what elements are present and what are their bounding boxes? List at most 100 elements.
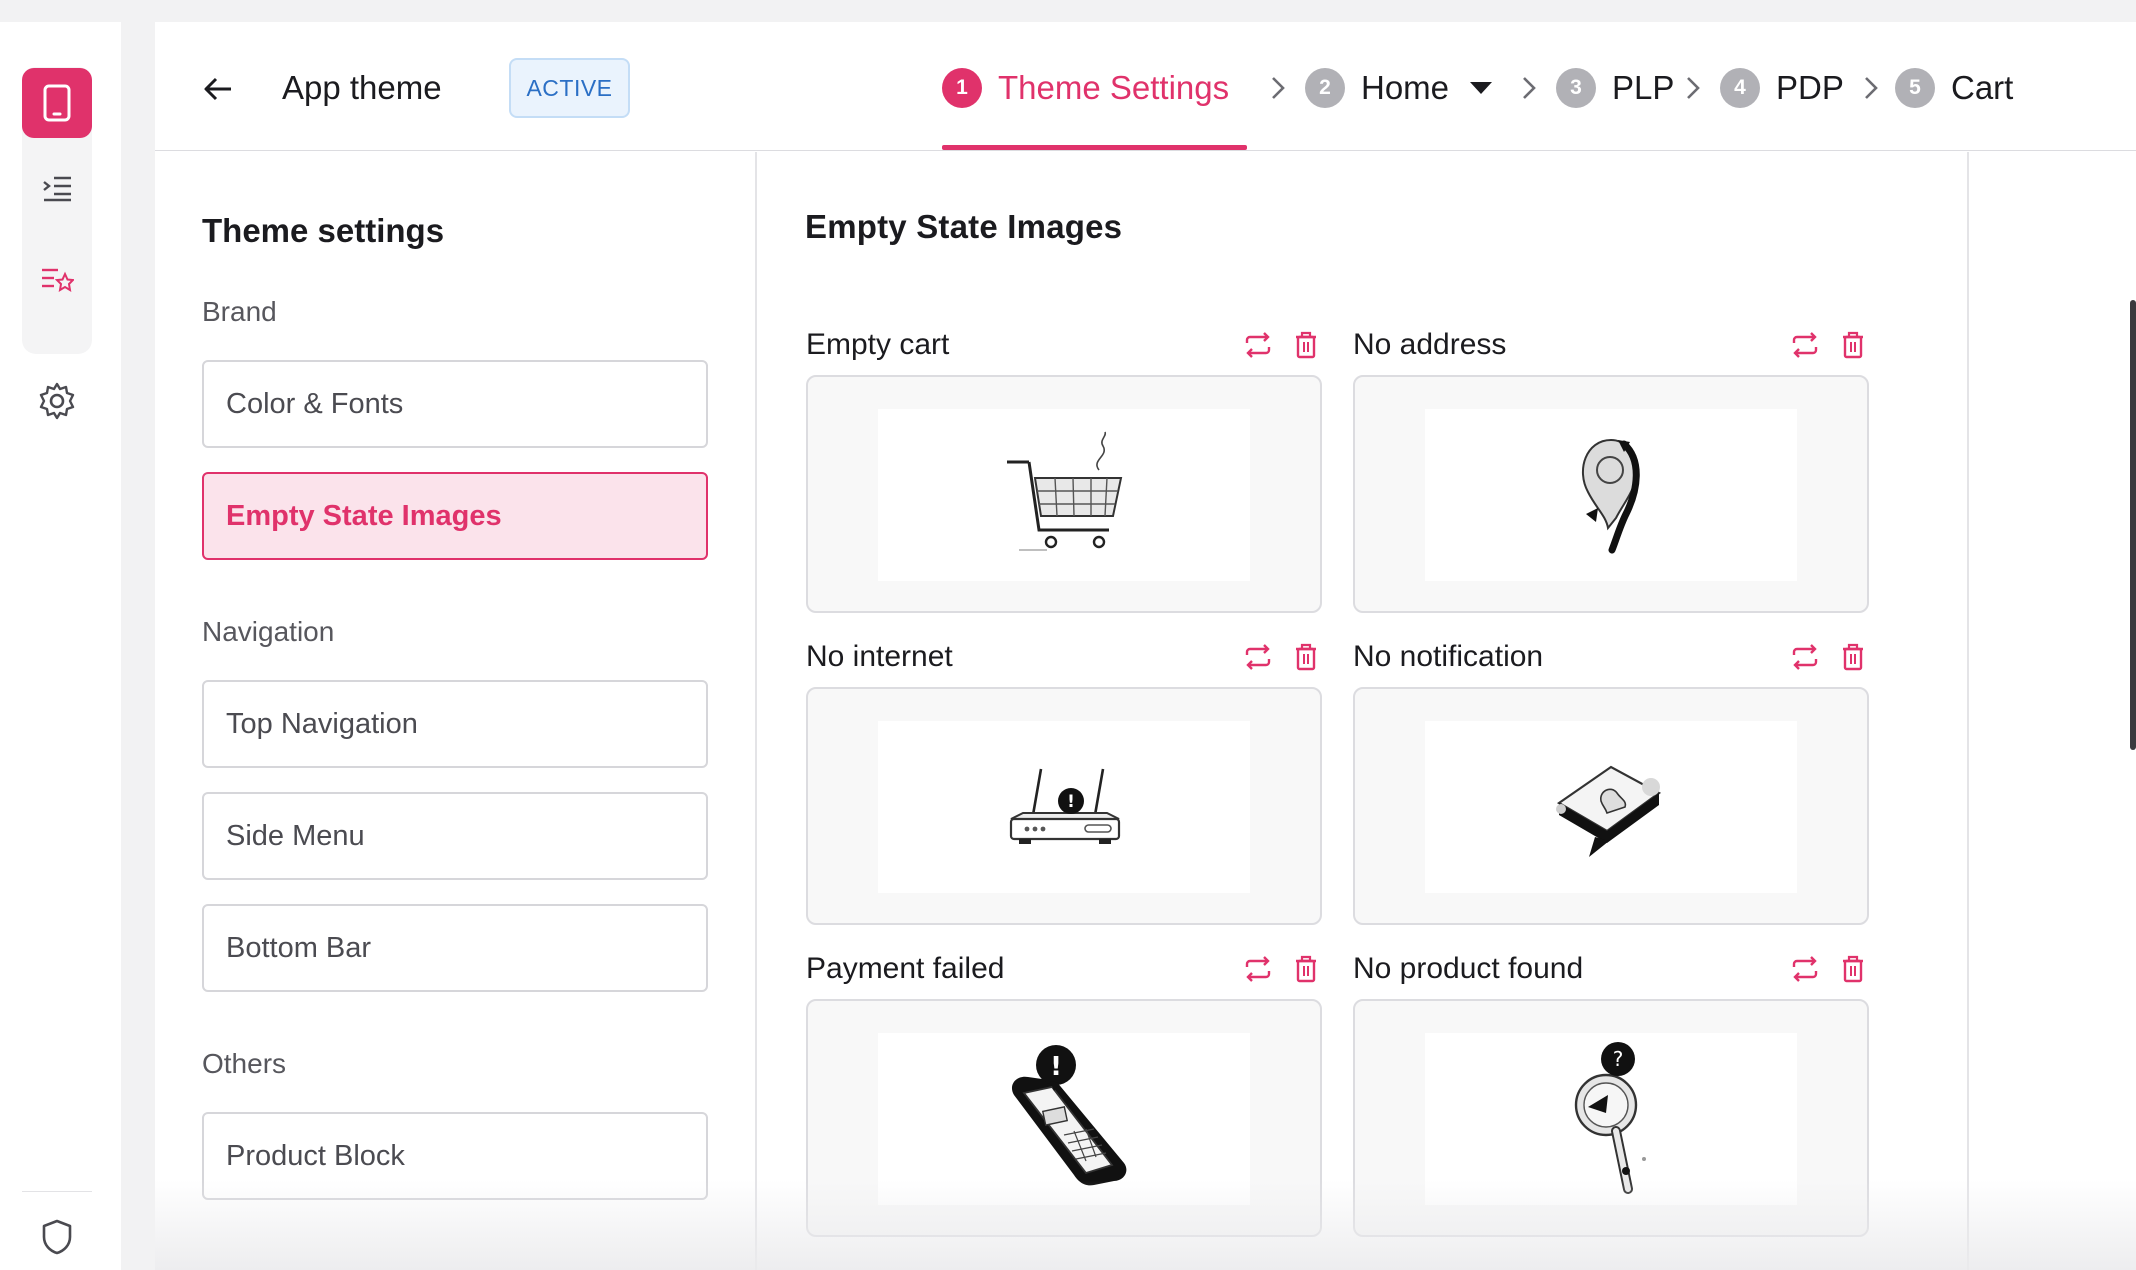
image-preview-canvas xyxy=(1425,721,1797,893)
step-cart[interactable]: 5 Cart xyxy=(1895,66,2013,110)
image-card: Payment failed ! xyxy=(806,949,1322,1239)
image-preview[interactable]: ! xyxy=(806,999,1322,1237)
replace-image-button[interactable] xyxy=(1789,641,1821,673)
image-preview-canvas xyxy=(1425,409,1797,581)
trash-icon xyxy=(1843,955,1863,983)
chevron-right-icon xyxy=(1523,77,1536,99)
security-button[interactable] xyxy=(22,1202,92,1270)
magnifier-illustration: ? xyxy=(1574,1042,1646,1194)
trash-icon xyxy=(1296,331,1316,359)
swap-icon xyxy=(1245,332,1271,358)
trash-icon xyxy=(1843,331,1863,359)
map-pin-illustration xyxy=(1581,438,1640,554)
back-button[interactable] xyxy=(195,66,241,112)
page-title: App theme xyxy=(282,69,442,106)
swap-icon xyxy=(1792,332,1818,358)
list-star-icon xyxy=(42,268,74,292)
chevron-right-icon xyxy=(1687,77,1700,99)
delete-image-button[interactable] xyxy=(1290,953,1322,985)
card-label: No address xyxy=(1353,328,1507,361)
group-label-brand: Brand xyxy=(202,296,277,327)
svg-text:?: ? xyxy=(1613,1047,1624,1071)
step-plp[interactable]: 3 PLP xyxy=(1556,66,1674,110)
mobile-app-icon-button[interactable] xyxy=(22,68,92,138)
status-badge: ACTIVE xyxy=(509,58,630,118)
step-label: PLP xyxy=(1612,69,1675,106)
page-header: App theme ACTIVE 1 Theme Settings 2 Home… xyxy=(155,22,2136,151)
chevron-right-icon xyxy=(1272,77,1285,99)
settings-item-top-navigation[interactable]: Top Navigation xyxy=(202,680,708,768)
settings-title: Theme settings xyxy=(202,212,445,249)
settings-item-empty-state-images[interactable]: Empty State Images xyxy=(202,472,708,560)
left-rail xyxy=(0,22,121,1270)
mobile-icon xyxy=(43,84,71,122)
list-indent-button[interactable] xyxy=(22,153,92,223)
step-home[interactable]: 2 Home xyxy=(1305,66,1493,110)
step-theme-settings[interactable]: 1 Theme Settings xyxy=(942,66,1229,110)
card-label: No product found xyxy=(1353,952,1584,985)
image-card: No notification xyxy=(1353,637,1869,927)
trash-icon xyxy=(1296,643,1316,671)
swap-icon xyxy=(1792,956,1818,982)
replace-image-button[interactable] xyxy=(1789,953,1821,985)
step-label: Cart xyxy=(1951,69,2014,106)
image-preview[interactable] xyxy=(806,375,1322,613)
step-number: 2 xyxy=(1305,68,1345,108)
image-card: No product found ? xyxy=(1353,949,1869,1239)
step-label: PDP xyxy=(1776,69,1844,106)
settings-button[interactable] xyxy=(22,366,92,436)
swap-icon xyxy=(1792,644,1818,670)
delete-image-button[interactable] xyxy=(1837,953,1869,985)
group-label-others: Others xyxy=(202,1048,287,1079)
delete-image-button[interactable] xyxy=(1837,641,1869,673)
image-preview-canvas: ? xyxy=(1425,1033,1797,1205)
trash-icon xyxy=(1296,955,1316,983)
card-label: Empty cart xyxy=(806,328,950,361)
settings-item-color-fonts[interactable]: Color & Fonts xyxy=(202,360,708,448)
empty-state-images-panel: Empty State Images Empty cart No address… xyxy=(757,152,1969,1270)
image-card: No address xyxy=(1353,325,1869,615)
swap-icon xyxy=(1245,644,1271,670)
image-card: Empty cart xyxy=(806,325,1322,615)
image-preview-canvas: ! xyxy=(878,1033,1250,1205)
group-label-navigation: Navigation xyxy=(202,616,335,647)
caret-down-icon[interactable] xyxy=(1469,81,1493,95)
settings-item-product-block[interactable]: Product Block xyxy=(202,1112,708,1200)
card-label: No notification xyxy=(1353,640,1544,673)
rail-divider xyxy=(22,1191,92,1192)
main-panel: App theme ACTIVE 1 Theme Settings 2 Home… xyxy=(155,22,2136,1270)
chevron-right-icon xyxy=(1865,77,1878,99)
image-preview[interactable]: ! xyxy=(806,687,1322,925)
delete-image-button[interactable] xyxy=(1290,641,1322,673)
image-preview[interactable]: ? xyxy=(1353,999,1869,1237)
settings-item-side-menu[interactable]: Side Menu xyxy=(202,792,708,880)
themes-list-button[interactable] xyxy=(22,244,92,314)
delete-image-button[interactable] xyxy=(1837,329,1869,361)
card-label: No internet xyxy=(806,640,953,673)
image-card: No internet ! xyxy=(806,637,1322,927)
theme-settings-sidebar: Theme settings Brand Color & Fonts Empty… xyxy=(155,152,757,1270)
image-preview[interactable] xyxy=(1353,687,1869,925)
image-preview-canvas xyxy=(878,409,1250,581)
svg-text:!: ! xyxy=(1067,792,1075,812)
step-number: 4 xyxy=(1720,68,1760,108)
scrollbar[interactable] xyxy=(2130,300,2136,750)
replace-image-button[interactable] xyxy=(1789,329,1821,361)
card-label: Payment failed xyxy=(806,952,1005,985)
delete-image-button[interactable] xyxy=(1290,329,1322,361)
router-illustration: ! xyxy=(1009,768,1121,844)
replace-image-button[interactable] xyxy=(1242,641,1274,673)
replace-image-button[interactable] xyxy=(1242,953,1274,985)
settings-item-bottom-bar[interactable]: Bottom Bar xyxy=(202,904,708,992)
step-pdp[interactable]: 4 PDP xyxy=(1720,66,1844,110)
step-label: Home xyxy=(1361,69,1450,106)
active-step-underline xyxy=(942,145,1247,150)
list-indent-icon xyxy=(43,176,71,202)
step-number: 5 xyxy=(1895,68,1935,108)
card-terminal-illustration: ! xyxy=(1011,1045,1127,1186)
image-preview[interactable] xyxy=(1353,375,1869,613)
step-label: Theme Settings xyxy=(998,69,1230,106)
swap-icon xyxy=(1245,956,1271,982)
replace-image-button[interactable] xyxy=(1242,329,1274,361)
cart-illustration xyxy=(1007,431,1123,551)
